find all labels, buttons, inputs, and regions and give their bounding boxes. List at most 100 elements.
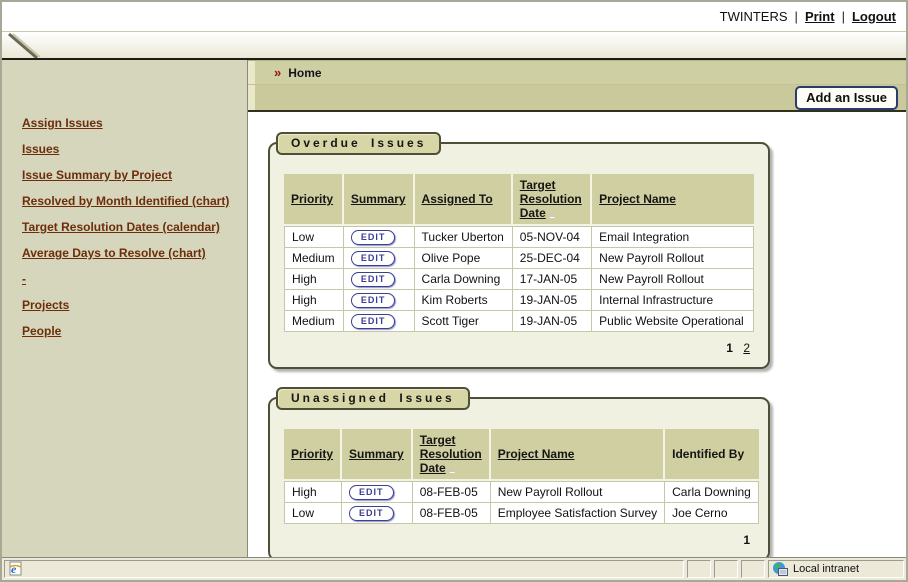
sort-assigned-link[interactable]: Assigned To — [422, 192, 493, 206]
add-issue-button[interactable]: Add an Issue — [795, 86, 898, 110]
summary-cell: EDIT — [344, 290, 415, 311]
summary-cell: EDIT — [344, 269, 415, 290]
project-name-cell: Internal Infrastructure — [592, 290, 754, 311]
page-2-link[interactable]: 2 — [743, 341, 750, 355]
summary-cell: EDIT — [344, 311, 415, 332]
sort-project-link[interactable]: Project Name — [498, 447, 575, 461]
sort-summary-link[interactable]: Summary — [351, 192, 406, 206]
edit-button[interactable]: EDIT — [349, 506, 394, 521]
security-zone-panel: Local intranet — [768, 560, 904, 578]
priority-cell: Medium — [284, 248, 344, 269]
project-name-cell: New Payroll Rollout — [592, 248, 754, 269]
target-date-cell: 05-NOV-04 — [513, 226, 592, 248]
table-row: High EDIT Carla Downing 17-JAN-05 New Pa… — [284, 269, 754, 290]
username: TWINTERS — [720, 9, 788, 24]
header-row: Priority Summary Target Resolution Date▲… — [284, 429, 759, 481]
priority-cell: Medium — [284, 311, 344, 332]
project-name-cell: Public Website Operational — [592, 311, 754, 332]
page-current: 1 — [743, 533, 750, 547]
header-separator: | — [842, 9, 845, 24]
header-separator: | — [795, 9, 798, 24]
summary-cell: EDIT — [342, 481, 413, 503]
unassigned-issues-region: Unassigned Issues Priority Summary Targe… — [268, 397, 770, 557]
print-link[interactable]: Print — [805, 9, 835, 24]
col-priority: Priority — [284, 174, 344, 226]
identified-by-header: Identified By — [672, 447, 744, 461]
sort-project-link[interactable]: Project Name — [599, 192, 676, 206]
unassigned-pagination: 1 — [284, 524, 754, 551]
table-row: Medium EDIT Olive Pope 25-DEC-04 New Pay… — [284, 248, 754, 269]
sidebar-item-issues[interactable]: Issues — [22, 142, 247, 168]
sort-ascending-icon: ▲ — [448, 464, 457, 474]
logout-link[interactable]: Logout — [852, 9, 896, 24]
local-intranet-icon — [772, 561, 788, 577]
content-column: » Home Add an Issue Overdue Issues — [248, 60, 906, 557]
target-date-cell: 08-FEB-05 — [413, 503, 491, 524]
col-project-name: Project Name — [491, 429, 665, 481]
target-date-cell: 08-FEB-05 — [413, 481, 491, 503]
table-row: Low EDIT 08-FEB-05 Employee Satisfaction… — [284, 503, 759, 524]
edit-button[interactable]: EDIT — [351, 251, 396, 266]
breadcrumb-home[interactable]: Home — [288, 66, 321, 80]
edit-button[interactable]: EDIT — [351, 272, 396, 287]
priority-cell: Low — [284, 503, 342, 524]
edit-button[interactable]: EDIT — [351, 314, 396, 329]
sidebar-item-issue-summary[interactable]: Issue Summary by Project — [22, 168, 247, 194]
col-identified-by: Identified By — [665, 429, 759, 481]
sidebar-item-dash[interactable]: - — [22, 272, 247, 298]
status-panel-2 — [714, 560, 738, 578]
col-project-name: Project Name — [592, 174, 754, 226]
page-current: 1 — [726, 341, 733, 355]
overdue-region-title: Overdue Issues — [276, 132, 441, 155]
browser-window: TWINTERS | Print | Logout Assign Issues … — [0, 0, 908, 582]
edit-button[interactable]: EDIT — [351, 230, 396, 245]
project-name-cell: Email Integration — [592, 226, 754, 248]
col-target-date: Target Resolution Date▲ — [513, 174, 592, 226]
overdue-pagination: 1 2 — [284, 332, 754, 359]
sort-priority-link[interactable]: Priority — [291, 447, 333, 461]
project-name-cell: Employee Satisfaction Survey — [491, 503, 665, 524]
banner-band — [2, 31, 906, 58]
priority-cell: High — [284, 290, 344, 311]
ie-page-icon: e — [7, 561, 23, 577]
app-header: TWINTERS | Print | Logout — [2, 2, 906, 31]
edit-button[interactable]: EDIT — [349, 485, 394, 500]
main-area: Assign Issues Issues Issue Summary by Pr… — [2, 60, 906, 557]
breadcrumb: » Home — [248, 60, 906, 84]
overdue-issues-region: Overdue Issues Priority Summary Assigned… — [268, 142, 770, 369]
overdue-issues-table: Priority Summary Assigned To Target Reso… — [284, 174, 754, 332]
table-row: High EDIT Kim Roberts 19-JAN-05 Internal… — [284, 290, 754, 311]
sidebar-item-assign-issues[interactable]: Assign Issues — [22, 116, 247, 142]
priority-cell: High — [284, 481, 342, 503]
assigned-to-cell: Carla Downing — [415, 269, 513, 290]
col-target-date: Target Resolution Date▲ — [413, 429, 491, 481]
identified-by-cell: Carla Downing — [665, 481, 759, 503]
target-date-cell: 19-JAN-05 — [513, 311, 592, 332]
col-priority: Priority — [284, 429, 342, 481]
sidebar-item-people[interactable]: People — [22, 324, 247, 350]
table-row: High EDIT 08-FEB-05 New Payroll Rollout … — [284, 481, 759, 503]
sidebar-item-projects[interactable]: Projects — [22, 298, 247, 324]
priority-cell: High — [284, 269, 344, 290]
edit-button[interactable]: EDIT — [351, 293, 396, 308]
header-row: Priority Summary Assigned To Target Reso… — [284, 174, 754, 226]
col-summary: Summary — [344, 174, 415, 226]
target-date-cell: 19-JAN-05 — [513, 290, 592, 311]
browser-statusbar: e Local intranet — [2, 557, 906, 580]
sidebar-item-target-calendar[interactable]: Target Resolution Dates (calendar) — [22, 220, 247, 246]
sort-summary-link[interactable]: Summary — [349, 447, 404, 461]
assigned-to-cell: Kim Roberts — [415, 290, 513, 311]
project-name-cell: New Payroll Rollout — [592, 269, 754, 290]
assigned-to-cell: Tucker Uberton — [415, 226, 513, 248]
table-row: Medium EDIT Scott Tiger 19-JAN-05 Public… — [284, 311, 754, 332]
sidebar-item-resolved-chart[interactable]: Resolved by Month Identified (chart) — [22, 194, 247, 220]
sort-priority-link[interactable]: Priority — [291, 192, 333, 206]
col-summary: Summary — [342, 429, 413, 481]
status-panel-1 — [687, 560, 711, 578]
swoosh-decoration — [4, 32, 64, 58]
sidebar-item-average-days[interactable]: Average Days to Resolve (chart) — [22, 246, 247, 272]
unassigned-region-title: Unassigned Issues — [276, 387, 470, 410]
identified-by-cell: Joe Cerno — [665, 503, 759, 524]
col-assigned-to: Assigned To — [415, 174, 513, 226]
page-body: Overdue Issues Priority Summary Assigned… — [248, 112, 906, 557]
